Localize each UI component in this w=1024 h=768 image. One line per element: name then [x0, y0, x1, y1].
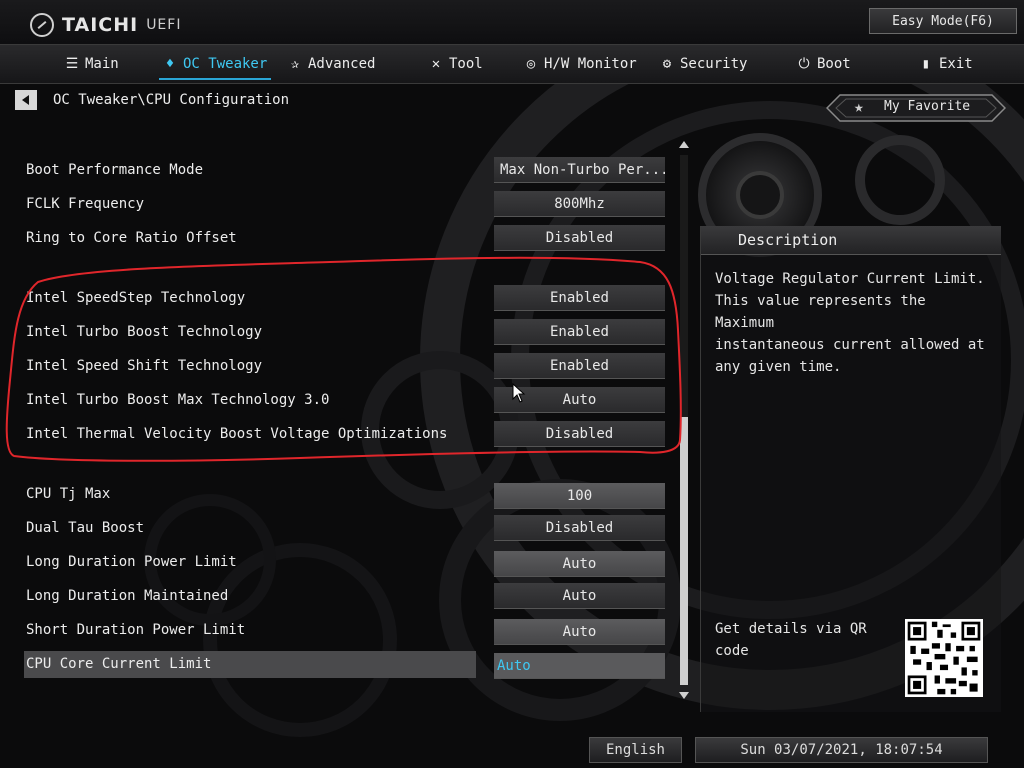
setting-value[interactable]: Enabled: [494, 285, 665, 311]
setting-value[interactable]: 800Mhz: [494, 191, 665, 217]
setting-value[interactable]: Auto: [494, 583, 665, 609]
setting-value[interactable]: Disabled: [494, 225, 665, 251]
tab-boot-label: Boot: [817, 56, 851, 72]
taichi-logo-icon: [30, 13, 54, 37]
shield-icon: ⚙: [662, 56, 672, 72]
tab-hw-monitor[interactable]: ◎ H/W Monitor: [524, 45, 637, 83]
tab-security[interactable]: ⚙ Security: [660, 45, 748, 83]
setting-value[interactable]: Auto: [494, 551, 665, 577]
setting-label: Boot Performance Mode: [26, 162, 204, 178]
setting-label: Intel Thermal Velocity Boost Voltage Opt…: [26, 426, 448, 442]
logo-subtext: UEFI: [146, 17, 182, 33]
top-bar: TAICHI UEFI Easy Mode(F6): [0, 0, 1024, 44]
tab-hw-monitor-label: H/W Monitor: [544, 56, 637, 72]
taichi-logo: TAICHI UEFI: [30, 12, 181, 38]
setting-label: Short Duration Power Limit: [26, 622, 246, 638]
setting-label: Intel Turbo Boost Max Technology 3.0: [26, 392, 330, 408]
scroll-down-icon[interactable]: [679, 692, 689, 699]
setting-label: Dual Tau Boost: [26, 520, 145, 536]
tab-main[interactable]: ☰ Main: [65, 45, 119, 83]
tab-tool-label: Tool: [449, 56, 483, 72]
language-button[interactable]: English: [589, 737, 682, 763]
list-icon: ☰: [65, 56, 79, 72]
settings-scrollbar[interactable]: [677, 137, 691, 703]
setting-value[interactable]: Disabled: [494, 421, 665, 447]
setting-value[interactable]: 100: [494, 483, 665, 509]
tab-oc-tweaker-label: OC Tweaker: [183, 56, 268, 72]
star-icon: ✰: [290, 56, 300, 72]
power-icon: ⏻: [798, 56, 810, 72]
monitor-icon: ◎: [526, 56, 536, 72]
my-favorite-label: My Favorite: [884, 99, 971, 114]
logo-text: TAICHI: [62, 14, 139, 36]
flame-icon: ♦: [165, 56, 175, 72]
star-icon: ★: [854, 97, 864, 116]
setting-label: Intel Turbo Boost Technology: [26, 324, 263, 340]
setting-value[interactable]: Auto: [494, 619, 665, 645]
exit-icon: ▮: [921, 56, 931, 72]
setting-label: CPU Core Current Limit: [26, 656, 212, 672]
setting-value[interactable]: Enabled: [494, 319, 665, 345]
scroll-thumb[interactable]: [680, 417, 688, 685]
setting-value[interactable]: Auto: [494, 653, 665, 679]
setting-label: Intel SpeedStep Technology: [26, 290, 246, 306]
tab-advanced-label: Advanced: [308, 56, 376, 72]
setting-label: Intel Speed Shift Technology: [26, 358, 263, 374]
setting-value[interactable]: Enabled: [494, 353, 665, 379]
setting-value[interactable]: Disabled: [494, 515, 665, 541]
easy-mode-button[interactable]: Easy Mode(F6): [869, 8, 1017, 34]
description-header: Description: [701, 226, 1001, 255]
tab-boot[interactable]: ⏻ Boot: [797, 45, 851, 83]
tools-icon: ✕: [431, 56, 441, 72]
tab-advanced[interactable]: ✰ Advanced: [288, 45, 376, 83]
setting-label: Ring to Core Ratio Offset: [26, 230, 237, 246]
description-text: Voltage Regulator Current Limit. This va…: [715, 271, 985, 375]
setting-value[interactable]: Max Non-Turbo Per...: [494, 157, 665, 183]
setting-label: Long Duration Maintained: [26, 588, 229, 604]
mouse-cursor-icon: [512, 383, 526, 403]
tab-exit[interactable]: ▮ Exit: [919, 45, 973, 83]
setting-label: FCLK Frequency: [26, 196, 145, 212]
scroll-up-icon[interactable]: [679, 141, 689, 148]
main-nav: ☰ Main ♦ OC Tweaker ✰ Advanced ✕ Tool ◎ …: [0, 44, 1024, 84]
tab-exit-label: Exit: [939, 56, 973, 72]
description-title: Description: [738, 231, 838, 249]
tab-oc-tweaker[interactable]: ♦ OC Tweaker: [158, 45, 272, 83]
setting-label: CPU Tj Max: [26, 486, 111, 502]
description-panel: Description Voltage Regulator Current Li…: [700, 226, 1001, 712]
tab-main-label: Main: [85, 56, 119, 72]
my-favorite-button[interactable]: ★ My Favorite: [826, 94, 1006, 122]
tab-security-label: Security: [680, 56, 748, 72]
setting-label: Long Duration Power Limit: [26, 554, 237, 570]
breadcrumb: OC Tweaker\CPU Configuration: [53, 92, 290, 108]
qr-caption: Get details via QR code: [715, 621, 867, 659]
back-button[interactable]: [15, 90, 37, 110]
tab-tool[interactable]: ✕ Tool: [429, 45, 483, 83]
datetime-display: Sun 03/07/2021, 18:07:54: [695, 737, 988, 763]
qr-code-icon: [905, 619, 983, 697]
